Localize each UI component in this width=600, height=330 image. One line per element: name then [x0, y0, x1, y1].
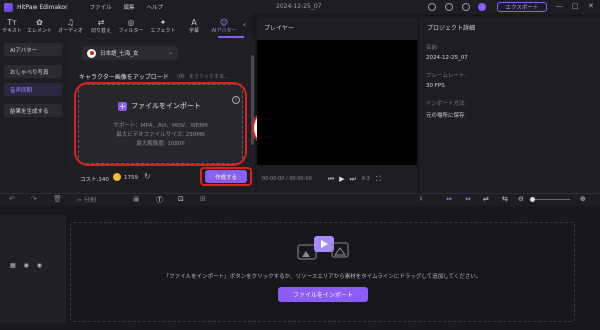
app-name: HitPaw Edimakor: [17, 3, 68, 11]
nav-generate-result[interactable]: 結果を生成する: [4, 104, 62, 117]
project-date-title: 2024-12-25_07: [276, 3, 322, 10]
next-frame-icon[interactable]: ⏭: [349, 175, 355, 184]
import-method-label: インポート方法:: [426, 101, 467, 107]
ai-tool-icon[interactable]: ⊡: [178, 195, 184, 203]
collapse-arrow-icon[interactable]: ‹: [243, 20, 246, 29]
export-button[interactable]: エクスポート: [497, 2, 547, 12]
menu-help[interactable]: ヘルプ: [147, 3, 164, 11]
media-placeholder-icon: [297, 236, 349, 260]
nav-ai-avatar[interactable]: AIアバター: [4, 43, 62, 56]
user-icon[interactable]: [462, 3, 470, 11]
timeline-import-button[interactable]: ファイルをインポート: [278, 287, 368, 302]
tab-text[interactable]: Tт テキスト: [0, 14, 24, 38]
delete-icon[interactable]: 🗑: [53, 195, 62, 203]
transition-icon: ⇄: [97, 18, 105, 27]
tool-tabs: Tт テキスト ✿ エレメント ♫ オーディオ ⇄ 切り替え ◎ フィルター ✦ エフェクト…: [0, 14, 252, 38]
zoom-slider[interactable]: [535, 199, 570, 200]
link-icon[interactable]: ⇔: [465, 195, 471, 203]
play-icon[interactable]: ▶: [339, 175, 344, 183]
player-controls: 00:00:00 / 00:00:00 ⏮ ▶ ⏭ 4:3 ⛶: [257, 172, 417, 186]
cost-label: コスト:140: [80, 177, 109, 183]
minimize-icon[interactable]: —: [556, 2, 563, 10]
tab-transition[interactable]: ⇄ 切り替え: [86, 14, 116, 38]
maximize-icon[interactable]: □: [572, 2, 579, 10]
refresh-icon[interactable]: ↻: [144, 172, 151, 181]
upload-label: キャラクター画像をアップロード: [79, 74, 169, 81]
project-name-value: 2024-12-25_07: [426, 55, 468, 61]
tab-ai-avatar[interactable]: ☺ AIアバター: [208, 14, 240, 38]
text-icon: Tт: [7, 18, 17, 27]
tab-audio[interactable]: ♫ オーディオ: [55, 14, 86, 38]
undo-icon[interactable]: ↶: [9, 195, 15, 203]
track-controls-icon[interactable]: ▦ ◉ ◉: [10, 262, 45, 269]
split-icon: ✂: [77, 197, 83, 204]
nav-talking-photo[interactable]: おしゃべり写真: [4, 65, 62, 78]
marker-icon[interactable]: ⊞: [200, 195, 206, 203]
filter-icon: ◎: [127, 18, 135, 27]
japan-flag-icon: [87, 48, 96, 58]
coin-icon: [113, 173, 121, 181]
audio-icon: ♫: [66, 18, 75, 27]
close-icon[interactable]: ✕: [588, 2, 594, 10]
crop-icon[interactable]: ▣: [133, 195, 140, 203]
timeline-hint: 「ファイルをインポート」ボタンをクリックするか、リソースエリアから素材をタイムラ…: [163, 274, 482, 280]
tab-element[interactable]: ✿ エレメント: [24, 14, 55, 38]
zoom-in-icon[interactable]: ⊕: [580, 195, 586, 203]
tab-effect[interactable]: ✦ エフェクト: [146, 14, 180, 38]
track-icon[interactable]: ⇌: [483, 195, 489, 203]
account-icon[interactable]: [478, 3, 486, 11]
project-details-title: プロジェクト詳細: [427, 25, 476, 32]
text-tool-icon[interactable]: Ⓣ: [156, 195, 163, 205]
player-time: 00:00:00 / 00:00:00: [262, 176, 312, 182]
prev-frame-icon[interactable]: ⏮: [328, 175, 334, 184]
left-nav: AIアバター おしゃべり写真 音声同期 結果を生成する: [0, 38, 68, 193]
upload-hint: (例：をクリックする…: [177, 74, 229, 80]
message-icon[interactable]: [428, 3, 436, 11]
microphone-icon[interactable]: ♮: [420, 195, 423, 203]
tab-subtitle[interactable]: A 字幕: [180, 14, 208, 38]
gift-icon[interactable]: [445, 3, 453, 11]
split-button[interactable]: ✂ 分割: [77, 195, 96, 204]
annotation-highlight-upload: [74, 82, 247, 166]
frame-rate-label: フレームレート:: [426, 73, 467, 79]
redo-icon[interactable]: ↷: [31, 195, 37, 203]
credits-count: 1759: [124, 175, 138, 181]
nav-lip-sync[interactable]: 音声同期: [4, 83, 62, 96]
subtitle-icon: A: [191, 18, 197, 27]
menu-edit[interactable]: 編集: [124, 3, 135, 11]
annotation-highlight-create: [200, 167, 252, 186]
effect-icon: ✦: [159, 18, 167, 27]
zoom-out-icon[interactable]: ⊖: [518, 195, 524, 203]
snap-icon[interactable]: ⇔: [446, 195, 452, 203]
fit-icon[interactable]: ⇆: [502, 195, 508, 203]
ai-avatar-icon: ☺: [219, 18, 229, 27]
menu-file[interactable]: ファイル: [90, 3, 112, 11]
aspect-ratio[interactable]: 4:3: [362, 176, 370, 182]
zoom-slider-knob[interactable]: [530, 197, 535, 202]
track-header: [0, 215, 66, 323]
tab-filter[interactable]: ◎ フィルター: [116, 14, 146, 38]
project-name-label: 名前:: [426, 45, 439, 51]
import-method-value: 元の場所に保存: [426, 113, 465, 119]
voice-name: 日本語_七海_女: [100, 51, 139, 57]
element-icon: ✿: [36, 18, 43, 27]
voice-select[interactable]: 日本語_七海_女 ⌄: [82, 46, 178, 60]
app-logo: [4, 2, 13, 12]
player-title: プレイヤー: [264, 25, 294, 32]
frame-rate-value: 30 FPS: [426, 83, 445, 89]
chevron-down-icon: ⌄: [167, 49, 173, 56]
fullscreen-icon[interactable]: ⛶: [376, 175, 381, 184]
player-screen[interactable]: [257, 40, 417, 165]
